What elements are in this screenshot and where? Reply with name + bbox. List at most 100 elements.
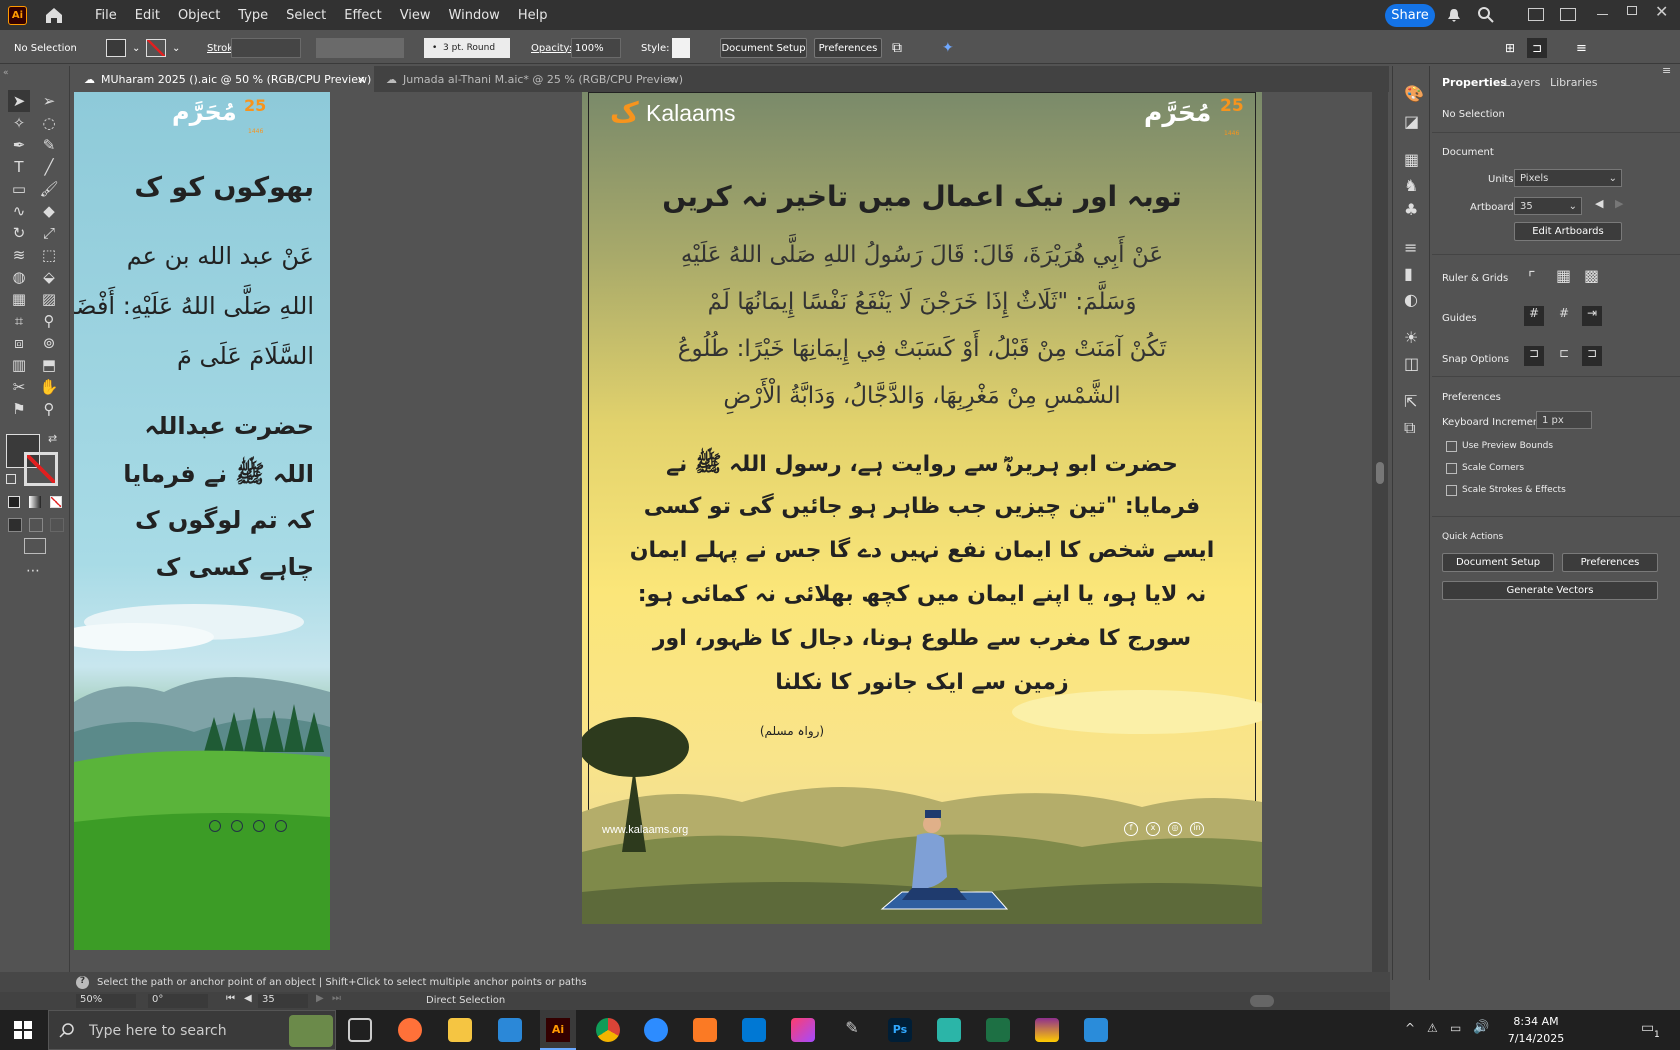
hand-tool-icon[interactable]: ✋: [38, 376, 60, 398]
recolor-icon[interactable]: ✦: [942, 38, 954, 58]
magic-wand-icon[interactable]: ✧: [8, 112, 30, 134]
color-guide-icon[interactable]: ◪: [1404, 112, 1419, 131]
next-artboard-icon[interactable]: ▶: [1615, 197, 1623, 210]
snap-toggle-icon[interactable]: ⊐: [1527, 38, 1547, 58]
search-icon[interactable]: [1477, 6, 1495, 28]
photos-icon[interactable]: [1084, 1018, 1108, 1042]
search-box[interactable]: Type here to search: [48, 1010, 336, 1050]
restore-icon[interactable]: [1627, 6, 1637, 15]
draw-inside-icon[interactable]: [50, 518, 64, 532]
symbol-sprayer-icon[interactable]: ⊚: [38, 332, 60, 354]
shape-builder-icon[interactable]: ◍: [8, 266, 30, 288]
task-view-icon[interactable]: [348, 1018, 372, 1042]
panel-menu-icon[interactable]: ≡: [1576, 38, 1587, 58]
outlook-icon[interactable]: [742, 1018, 766, 1042]
volume-icon[interactable]: 🔊: [1473, 1020, 1489, 1035]
opacity-field[interactable]: 100%: [571, 38, 621, 58]
arrange-icon[interactable]: ⊞: [1505, 38, 1515, 58]
edit-artboards-button[interactable]: Edit Artboards: [1514, 222, 1622, 241]
rectangle-tool-icon[interactable]: ▭: [8, 178, 30, 200]
qa-document-setup-button[interactable]: Document Setup: [1442, 553, 1554, 572]
excel-icon[interactable]: [986, 1018, 1010, 1042]
menu-edit[interactable]: Edit: [135, 8, 160, 23]
eraser-icon[interactable]: ◆: [38, 200, 60, 222]
previous-artboard-icon[interactable]: ◀: [1595, 197, 1603, 210]
left-artboard[interactable]: مُحَرَّم 25 1446 بھوکوں کو ک عَنْ عبد ال…: [74, 92, 330, 950]
warp-tool-icon[interactable]: ≋: [8, 244, 30, 266]
type-tool-icon[interactable]: T: [8, 156, 30, 178]
winrar-icon[interactable]: [1035, 1018, 1059, 1042]
line-tool-icon[interactable]: ╱: [38, 156, 60, 178]
free-transform-icon[interactable]: ⬚: [38, 244, 60, 266]
qa-preferences-button[interactable]: Preferences: [1562, 553, 1658, 572]
variable-width-profile[interactable]: [316, 38, 404, 58]
align-icon[interactable]: ⧉: [892, 38, 902, 58]
shaper-tool-icon[interactable]: ∿: [8, 200, 30, 222]
lock-guides-icon[interactable]: #: [1554, 306, 1574, 326]
rulers-icon[interactable]: ⌜: [1528, 268, 1536, 287]
stroke-color-swatch[interactable]: [24, 452, 58, 486]
curvature-tool-icon[interactable]: ✎: [38, 134, 60, 156]
workspace-icon[interactable]: [1528, 8, 1544, 21]
snap-to-pixel-icon[interactable]: ⊏: [1554, 346, 1574, 366]
gradient-panel-icon[interactable]: ▮: [1404, 264, 1413, 283]
share-button[interactable]: Share: [1385, 4, 1435, 27]
pen-tool-icon[interactable]: ✒: [8, 134, 30, 156]
slice-tool-icon[interactable]: ✂: [8, 376, 30, 398]
brush-definition[interactable]: • 3 pt. Round: [424, 38, 510, 58]
artboard-tool-icon[interactable]: ⬒: [38, 354, 60, 376]
zoom-select[interactable]: 50%: [76, 994, 136, 1008]
export-icon[interactable]: ⇱: [1404, 392, 1417, 411]
menu-effect[interactable]: Effect: [344, 8, 381, 23]
more-tools-icon[interactable]: ⋯: [26, 563, 40, 579]
gradient-mode-icon[interactable]: [29, 496, 41, 508]
blend-tool-icon[interactable]: ⧈: [8, 332, 30, 354]
paintbrush-icon[interactable]: 🖌: [38, 178, 60, 200]
stroke-swatch[interactable]: [146, 39, 166, 57]
collapse-panel-icon[interactable]: «: [3, 68, 9, 78]
show-guides-icon[interactable]: #: [1524, 306, 1544, 326]
grid-icon[interactable]: ▦: [1556, 266, 1571, 285]
menu-window[interactable]: Window: [449, 8, 500, 23]
use-preview-bounds-checkbox[interactable]: [1446, 441, 1457, 452]
chevron-down-icon[interactable]: ⌄: [132, 43, 140, 54]
zoom-icon[interactable]: [644, 1018, 668, 1042]
menu-help[interactable]: Help: [518, 8, 548, 23]
transparency-grid-icon[interactable]: ▩: [1584, 266, 1599, 285]
opacity-label[interactable]: Opacity:: [531, 38, 572, 58]
stroke-panel-icon[interactable]: ≡: [1404, 238, 1417, 257]
menu-view[interactable]: View: [400, 8, 431, 23]
bell-icon[interactable]: [1446, 7, 1462, 27]
xampp-icon[interactable]: [693, 1018, 717, 1042]
home-icon[interactable]: [43, 5, 65, 25]
canvas-area[interactable]: مُحَرَّم 25 1446 بھوکوں کو ک عَنْ عبد ال…: [74, 92, 1372, 972]
tab-muharam[interactable]: ☁ MUharam 2025 ().aic @ 50 % (RGB/CPU Pr…: [74, 66, 374, 92]
graphic-styles-icon[interactable]: ◫: [1404, 354, 1419, 373]
snap-to-point-icon[interactable]: ⊐: [1524, 346, 1544, 366]
panel-toggle-icon[interactable]: [1560, 8, 1576, 21]
keyboard-increment-field[interactable]: 1 px: [1536, 411, 1592, 429]
next-artboard-icon[interactable]: ▶: [316, 993, 324, 1004]
style-swatch[interactable]: [672, 38, 690, 58]
brushes-icon[interactable]: ♞: [1404, 176, 1418, 195]
windows-start-icon[interactable]: [14, 1021, 32, 1043]
vertical-scrollbar[interactable]: [1372, 92, 1388, 980]
pen-app-icon[interactable]: ✎: [840, 1018, 864, 1042]
graph-tool-icon[interactable]: ▥: [8, 354, 30, 376]
scale-strokes-checkbox[interactable]: [1446, 485, 1457, 496]
artboard-navigator[interactable]: 35: [258, 994, 308, 1008]
rotation-select[interactable]: 0°: [148, 994, 208, 1008]
main-artboard[interactable]: ک Kalaams مُحَرَّم 25 1446 توبہ اور نیک …: [582, 92, 1262, 924]
artboard-select[interactable]: 35 ⌄: [1514, 197, 1582, 215]
draw-normal-icon[interactable]: [8, 518, 22, 532]
clock-date[interactable]: 7/14/2025: [1501, 1032, 1571, 1045]
mesh-tool-icon[interactable]: ⌗: [8, 310, 30, 332]
stroke-weight-field[interactable]: [231, 38, 301, 58]
color-mode-icon[interactable]: [8, 496, 20, 508]
tab-close-icon[interactable]: ×: [357, 73, 366, 86]
lasso-icon[interactable]: ◌: [38, 112, 60, 134]
chrome-icon[interactable]: [596, 1018, 620, 1042]
zoom-tool-icon[interactable]: ⚲: [38, 398, 60, 420]
creative-cloud-icon[interactable]: [791, 1018, 815, 1042]
eyedropper-icon[interactable]: ⚲: [38, 310, 60, 332]
